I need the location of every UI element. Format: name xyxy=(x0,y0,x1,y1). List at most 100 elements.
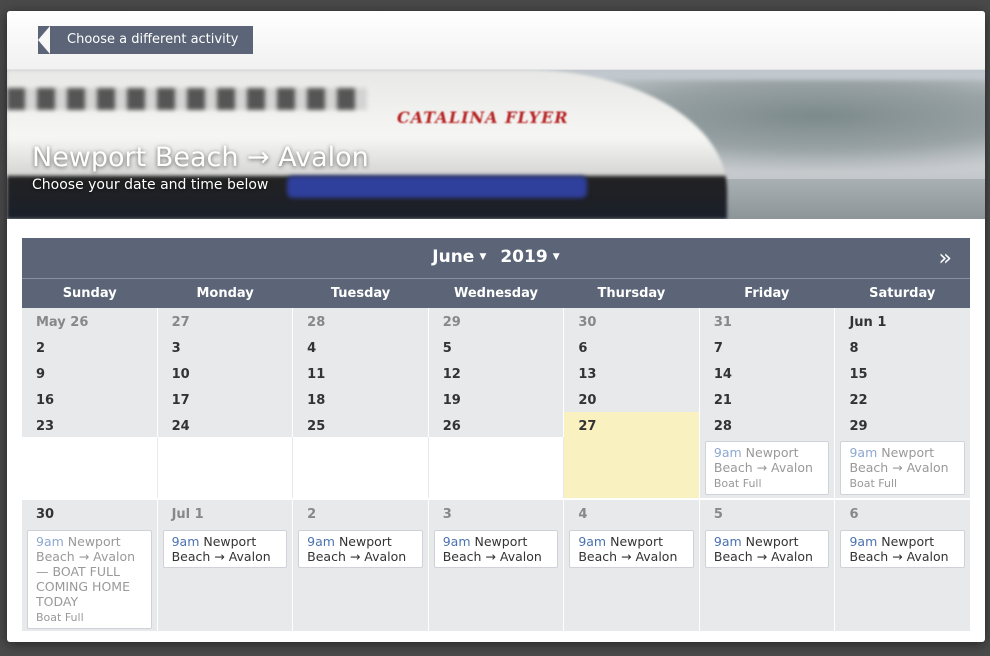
calendar-day: 11 xyxy=(293,360,429,386)
day-number: 13 xyxy=(578,367,597,382)
calendar-header: June ▼ 2019 ▼ » xyxy=(22,238,970,279)
day-number: 22 xyxy=(849,393,868,408)
page-title: Newport Beach → Avalon xyxy=(32,142,369,173)
calendar-day: 29 xyxy=(428,308,565,334)
day-number: 24 xyxy=(171,419,190,434)
next-month-button[interactable]: » xyxy=(939,246,952,271)
day-number: 2 xyxy=(307,507,317,522)
day-number: 30 xyxy=(36,507,55,522)
day-number: 7 xyxy=(713,341,723,356)
calendar-week: 9 10 11 12 13 14 15 xyxy=(22,360,971,386)
calendar-day: 6 9am Newport Beach → Avalon xyxy=(835,500,971,631)
time-slot[interactable]: 9am Newport Beach → Avalon xyxy=(840,530,966,568)
calendar-day-empty xyxy=(22,437,158,498)
day-number: 16 xyxy=(36,393,55,408)
calendar-day-body: 9am Newport Beach → Avalon Boat Full xyxy=(699,437,836,498)
time-slot-full[interactable]: 9am Newport Beach → Avalon Boat Full xyxy=(704,441,830,495)
page-subtitle: Choose your date and time below xyxy=(32,177,269,193)
month-select[interactable]: June ▼ xyxy=(432,247,486,267)
day-number: 25 xyxy=(307,419,326,434)
calendar-day-empty xyxy=(293,437,429,498)
weekday-label: Tuesday xyxy=(330,286,391,301)
calendar-day: 27 xyxy=(157,308,294,334)
day-number: 10 xyxy=(171,367,190,382)
calendar-day: 12 xyxy=(428,360,565,386)
calendar-week: 16 17 18 19 20 21 22 xyxy=(22,386,971,412)
ferry-windows xyxy=(7,88,367,110)
day-number: 28 xyxy=(307,315,326,330)
ferry-blue-band xyxy=(287,176,587,198)
calendar-day: 18 xyxy=(293,386,429,412)
day-number: 21 xyxy=(713,393,732,408)
calendar-day: 19 xyxy=(428,386,565,412)
calendar-day: May 26 xyxy=(22,308,158,334)
modal-topbar: Choose a different activity xyxy=(7,11,985,70)
day-number: 20 xyxy=(578,393,597,408)
day-number: 18 xyxy=(307,393,326,408)
calendar-day: 2 9am Newport Beach → Avalon xyxy=(293,500,429,631)
calendar-day: 22 xyxy=(835,386,971,412)
calendar-day: 8 xyxy=(835,334,971,360)
calendar-day: 14 xyxy=(699,360,836,386)
calendar-day: Jun 1 xyxy=(835,308,971,334)
calendar-day: 3 9am Newport Beach → Avalon xyxy=(428,500,565,631)
calendar-day: 4 xyxy=(293,334,429,360)
day-number: 27 xyxy=(578,419,597,434)
calendar-day: 10 xyxy=(157,360,294,386)
weekday-label: Wednesday xyxy=(453,286,538,301)
time-slot[interactable]: 9am Newport Beach → Avalon xyxy=(433,530,559,568)
time-slot-full[interactable]: 9am Newport Beach → Avalon — BOAT FULL C… xyxy=(27,530,152,629)
calendar-week: May 26 27 28 29 30 31 Jun 1 xyxy=(22,308,971,334)
calendar-week: 2 3 4 5 6 7 8 xyxy=(22,334,971,360)
day-number: 6 xyxy=(849,507,859,522)
day-number: 15 xyxy=(849,367,868,382)
boat-full-badge: Boat Full xyxy=(849,477,898,490)
time-slot[interactable]: 9am Newport Beach → Avalon xyxy=(162,530,288,568)
calendar-day: 5 9am Newport Beach → Avalon xyxy=(699,500,836,631)
booking-modal: Choose a different activity CATALINA FLY… xyxy=(7,11,985,642)
choose-different-activity-button[interactable]: Choose a different activity xyxy=(38,26,253,54)
weekday-label: Friday xyxy=(744,286,790,301)
day-number: Jul 1 xyxy=(171,507,204,522)
hero-banner: CATALINA FLYER Newport Beach → Avalon Ch… xyxy=(7,70,985,219)
weekday-header: Sunday Monday Tuesday Wednesday Thursday… xyxy=(22,279,970,308)
day-number: 31 xyxy=(713,315,732,330)
chevron-down-icon: ▼ xyxy=(549,252,560,262)
boat-full-badge: Boat Full xyxy=(713,477,762,490)
weekday-label: Sunday xyxy=(62,286,117,301)
ferry-logo: CATALINA FLYER xyxy=(397,108,569,127)
time-slot[interactable]: 9am Newport Beach → Avalon xyxy=(298,530,423,568)
day-number: 11 xyxy=(307,367,326,382)
day-number: 3 xyxy=(442,507,452,522)
time-slot[interactable]: 9am Newport Beach → Avalon xyxy=(569,530,694,568)
calendar-day: 3 xyxy=(157,334,294,360)
chevron-down-icon: ▼ xyxy=(476,252,487,262)
day-number: 12 xyxy=(442,367,461,382)
week-5-events: 9am Newport Beach → Avalon Boat Full 9am… xyxy=(22,437,971,498)
weekday-label: Saturday xyxy=(869,286,936,301)
calendar-day: 5 xyxy=(428,334,565,360)
calendar-day: 13 xyxy=(564,360,700,386)
day-number: 5 xyxy=(713,507,723,522)
calendar-day: 9 xyxy=(22,360,158,386)
calendar-day: 2 xyxy=(22,334,158,360)
year-select[interactable]: 2019 ▼ xyxy=(500,247,559,267)
day-number: 27 xyxy=(171,315,190,330)
calendar-day-body: 9am Newport Beach → Avalon Boat Full xyxy=(835,437,971,498)
day-number: 26 xyxy=(442,419,461,434)
weekday-label: Thursday xyxy=(597,286,666,301)
day-number: 14 xyxy=(713,367,732,382)
weekday-label: Monday xyxy=(196,286,254,301)
calendar-day-today-body xyxy=(564,437,700,498)
time-slot-full[interactable]: 9am Newport Beach → Avalon Boat Full xyxy=(840,441,966,495)
calendar-day: 7 xyxy=(699,334,836,360)
day-number: 30 xyxy=(578,315,597,330)
day-number: 4 xyxy=(307,341,317,356)
calendar-day: 30 xyxy=(564,308,700,334)
calendar-day: Jul 1 9am Newport Beach → Avalon xyxy=(157,500,294,631)
calendar-week: 30 9am Newport Beach → Avalon — BOAT FUL… xyxy=(22,498,971,631)
day-number: 9 xyxy=(36,367,46,382)
calendar-day: 21 xyxy=(699,386,836,412)
calendar-day: 20 xyxy=(564,386,700,412)
time-slot[interactable]: 9am Newport Beach → Avalon xyxy=(704,530,830,568)
